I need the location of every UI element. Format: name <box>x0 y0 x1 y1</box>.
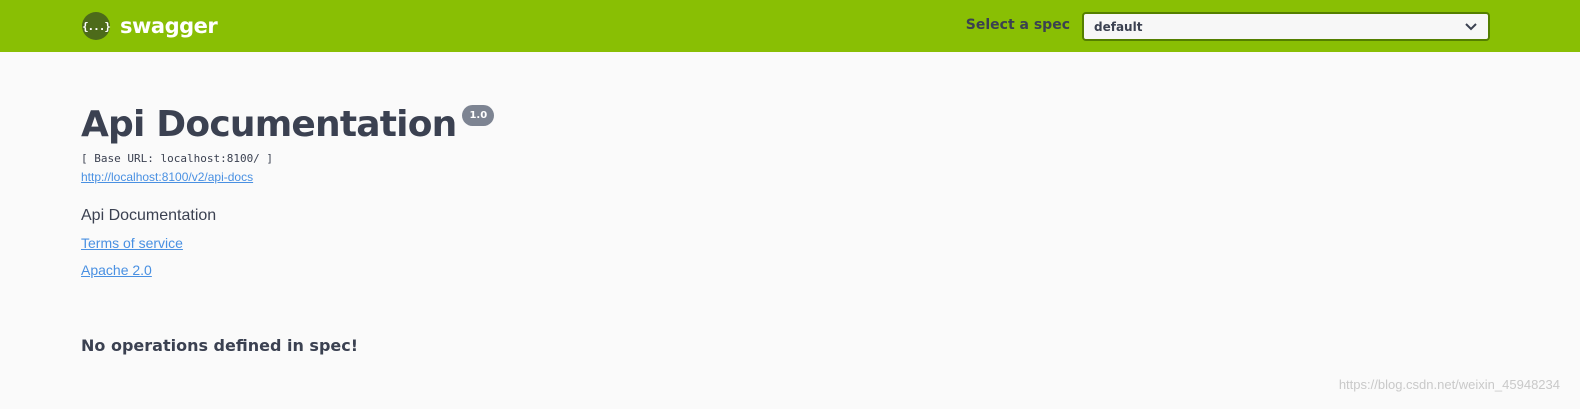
api-description: Api Documentation <box>81 207 217 224</box>
brand-link[interactable]: {...} swagger <box>82 12 218 40</box>
spec-select-value: default <box>1094 19 1143 34</box>
api-info: Api Documentation 1.0 [ Base URL: localh… <box>81 102 1481 279</box>
brand-name: swagger <box>120 14 218 38</box>
base-url: [ Base URL: localhost:8100/ ] <box>81 152 274 165</box>
page-title: Api Documentation <box>81 104 457 145</box>
title-row: Api Documentation 1.0 <box>81 102 1481 148</box>
watermark: https://blog.csdn.net/weixin_45948234 <box>1338 377 1560 392</box>
spec-select[interactable]: default <box>1082 12 1490 41</box>
swagger-logo-icon: {...} <box>82 12 111 40</box>
api-docs-link[interactable]: http://localhost:8100/v2/api-docs <box>81 170 253 184</box>
license-link[interactable]: Apache 2.0 <box>81 261 1481 279</box>
topbar: {...} swagger Select a spec default <box>0 0 1580 52</box>
no-operations-message: No operations defined in spec! <box>81 336 359 355</box>
terms-of-service-link[interactable]: Terms of service <box>81 234 1481 252</box>
chevron-down-icon <box>1464 20 1478 34</box>
spec-select-label: Select a spec <box>965 17 1070 33</box>
version-badge: 1.0 <box>462 105 495 126</box>
